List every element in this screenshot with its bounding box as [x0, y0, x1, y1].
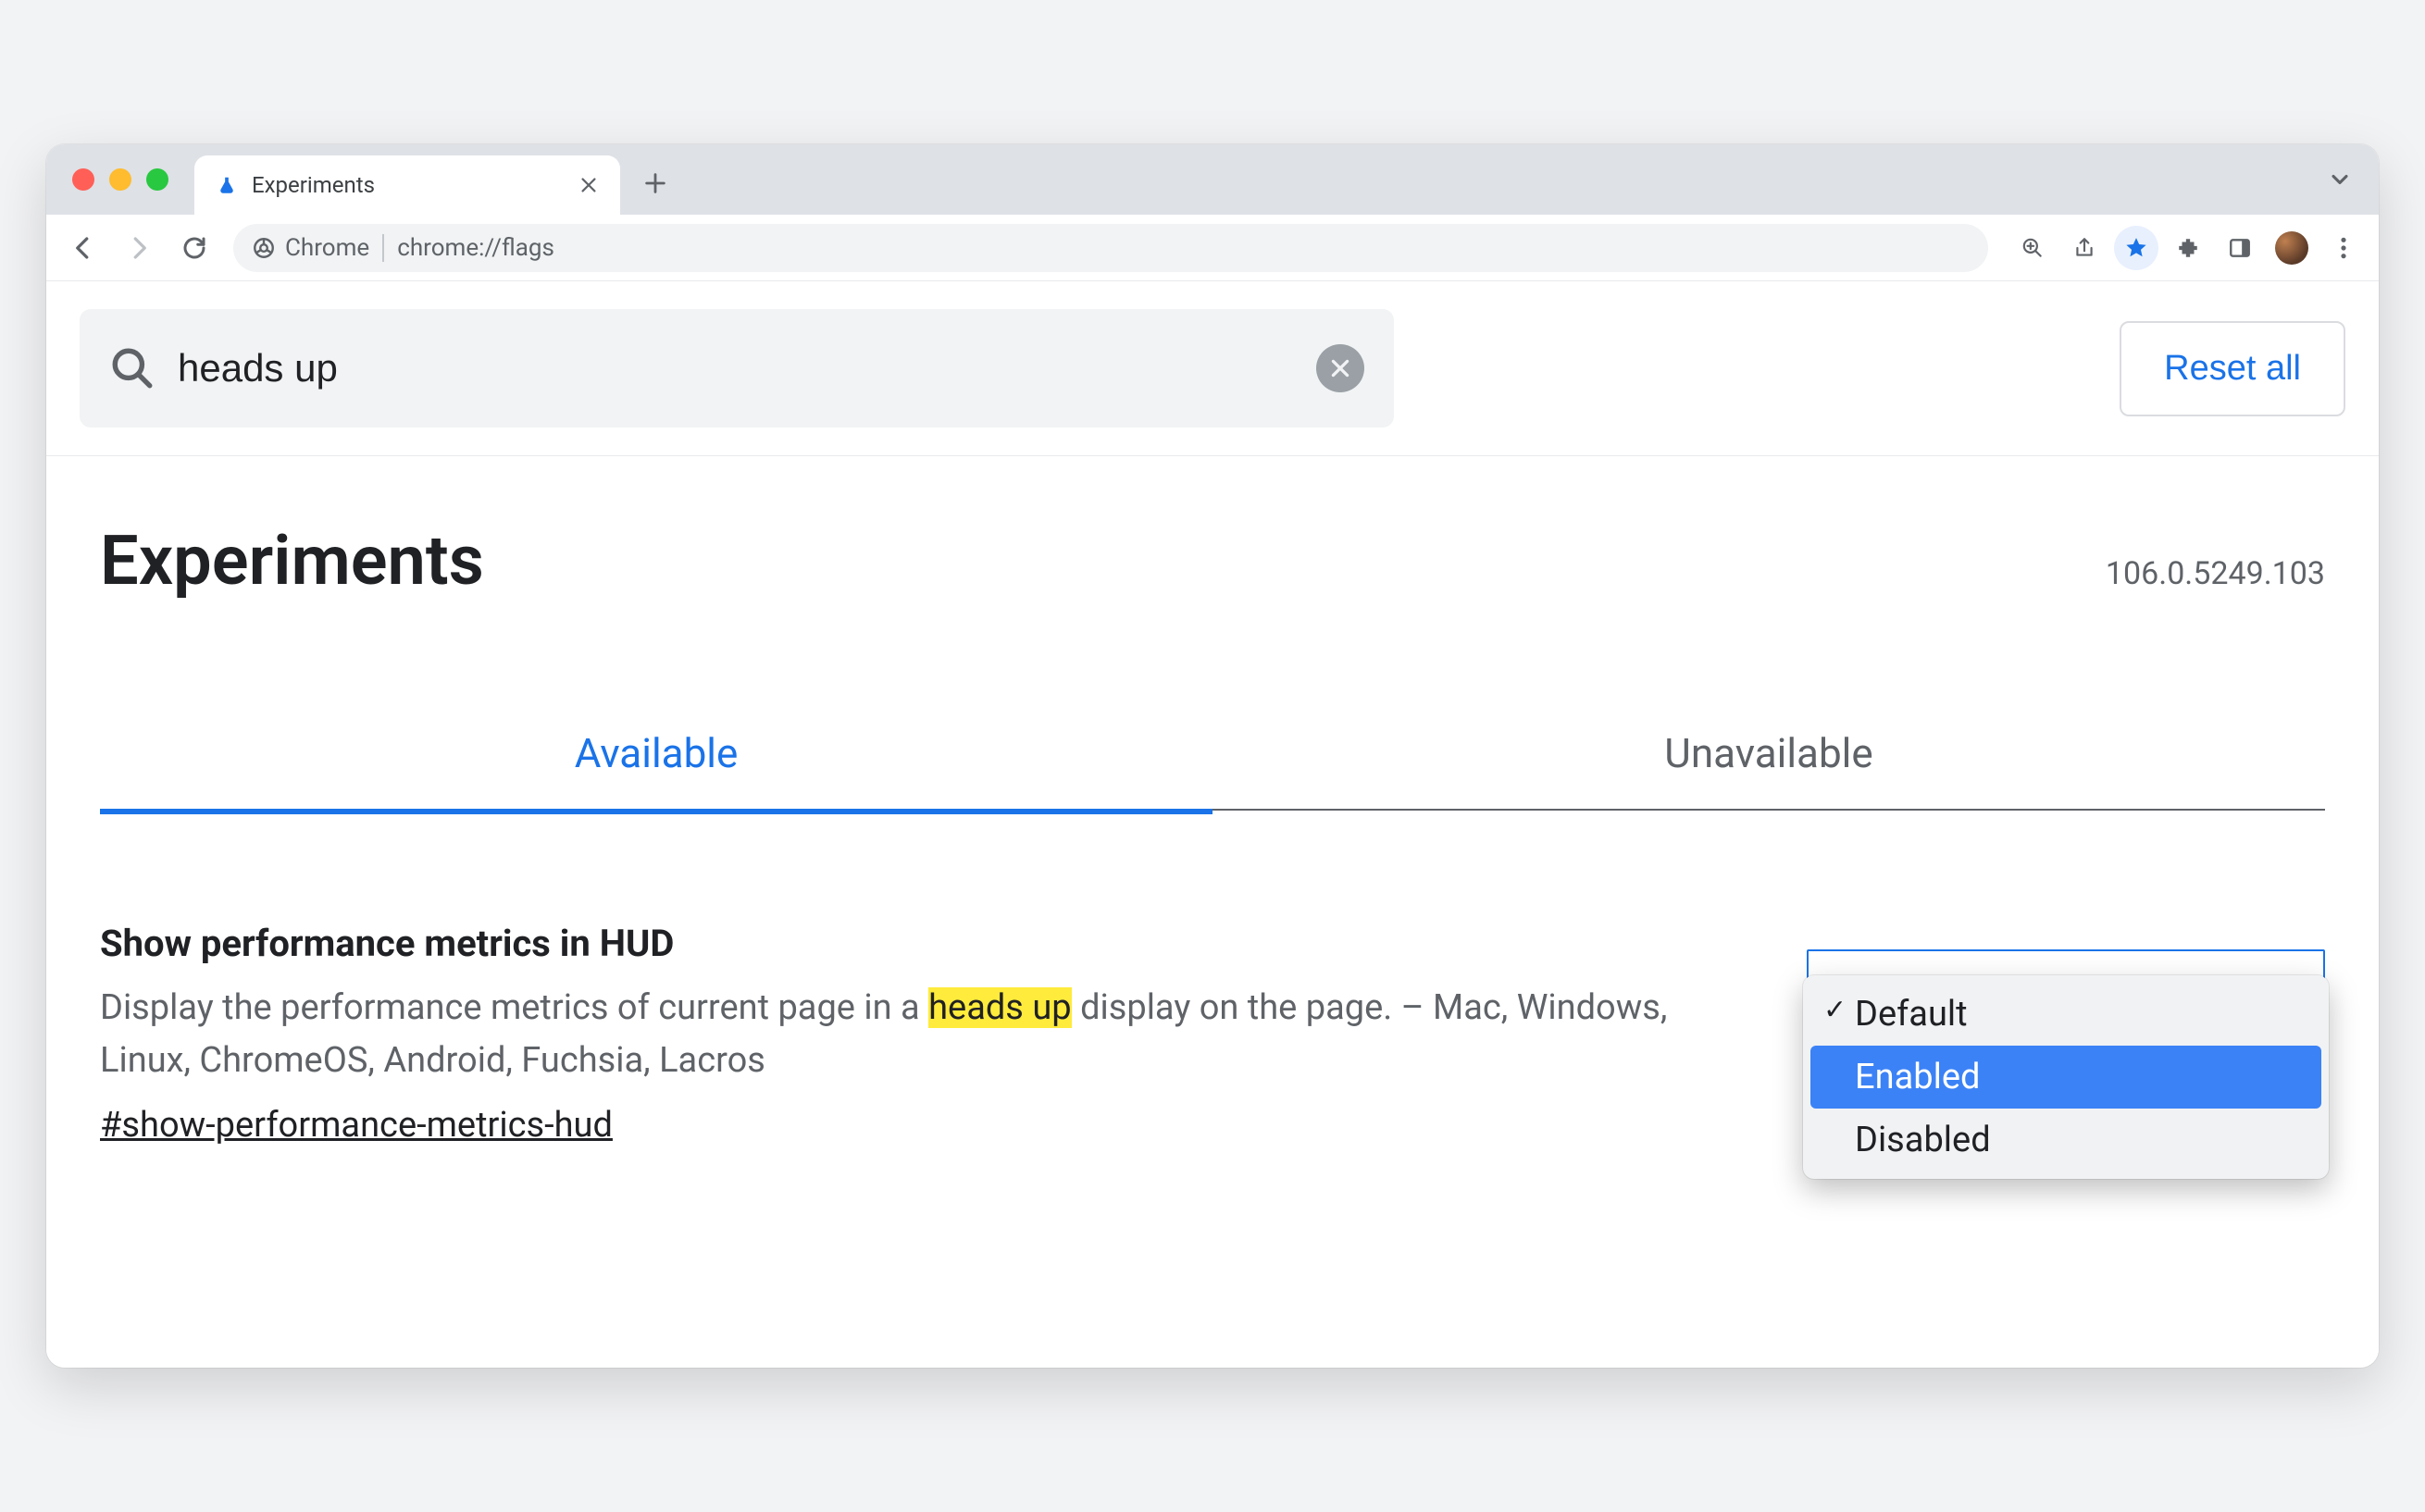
url-text: chrome://flags [397, 234, 554, 262]
maximize-window-button[interactable] [146, 168, 168, 191]
experiment-hash-link[interactable]: #show-performance-metrics-hud [100, 1105, 613, 1146]
experiment-text: Show performance metrics in HUD Display … [100, 922, 1673, 1145]
experiment-title: Show performance metrics in HUD [100, 922, 1673, 965]
option-enabled[interactable]: Enabled [1810, 1046, 2321, 1109]
option-default[interactable]: Default [1810, 983, 2321, 1046]
search-icon [109, 345, 155, 391]
clear-search-icon[interactable] [1316, 344, 1364, 392]
search-box[interactable] [80, 309, 1394, 428]
window-controls [72, 168, 168, 191]
new-tab-button[interactable] [637, 165, 674, 202]
category-tabs: Available Unavailable [100, 703, 2325, 811]
share-icon[interactable] [2062, 226, 2107, 270]
back-button[interactable] [59, 224, 107, 272]
flask-icon [217, 175, 237, 195]
page-title: Experiments [100, 521, 484, 601]
search-row: Reset all [46, 281, 2379, 456]
forward-button[interactable] [115, 224, 163, 272]
tab-strip: Experiments [46, 144, 2379, 215]
flags-page: Reset all Experiments 106.0.5249.103 Ava… [46, 281, 2379, 1367]
close-tab-icon[interactable] [576, 172, 602, 198]
page-header: Experiments 106.0.5249.103 [46, 456, 2379, 601]
experiment-select[interactable]: Default Enabled Disabled [1807, 949, 2325, 1009]
chrome-version: 106.0.5249.103 [2106, 555, 2325, 592]
tab-available[interactable]: Available [100, 703, 1212, 809]
bookmark-star-icon[interactable] [2114, 226, 2158, 270]
toolbar: Chrome chrome://flags [46, 215, 2379, 281]
minimize-window-button[interactable] [109, 168, 131, 191]
tab-title: Experiments [252, 172, 561, 198]
search-input[interactable] [178, 346, 1294, 390]
experiment-description: Display the performance metrics of curre… [100, 982, 1673, 1085]
extensions-icon[interactable] [2166, 226, 2210, 270]
tab-unavailable[interactable]: Unavailable [1212, 703, 2325, 809]
reload-button[interactable] [170, 224, 218, 272]
side-panel-icon[interactable] [2218, 226, 2262, 270]
site-chip-label: Chrome [285, 234, 369, 262]
close-window-button[interactable] [72, 168, 94, 191]
zoom-icon[interactable] [2010, 226, 2055, 270]
address-bar[interactable]: Chrome chrome://flags [233, 224, 1988, 272]
experiment-row: Show performance metrics in HUD Display … [46, 811, 2379, 1200]
tabstrip-chevron-icon[interactable] [2327, 167, 2353, 192]
reset-all-button[interactable]: Reset all [2120, 321, 2345, 416]
select-dropdown: Default Enabled Disabled [1803, 975, 2329, 1179]
overflow-menu-icon[interactable] [2321, 226, 2366, 270]
site-chip[interactable]: Chrome [252, 234, 384, 262]
browser-tab[interactable]: Experiments [194, 155, 620, 215]
option-disabled[interactable]: Disabled [1810, 1109, 2321, 1171]
profile-avatar[interactable] [2270, 226, 2314, 270]
toolbar-actions [2010, 226, 2366, 270]
browser-window: Experiments Chrome chrome://flags [46, 144, 2379, 1367]
search-highlight: heads up [928, 987, 1072, 1028]
